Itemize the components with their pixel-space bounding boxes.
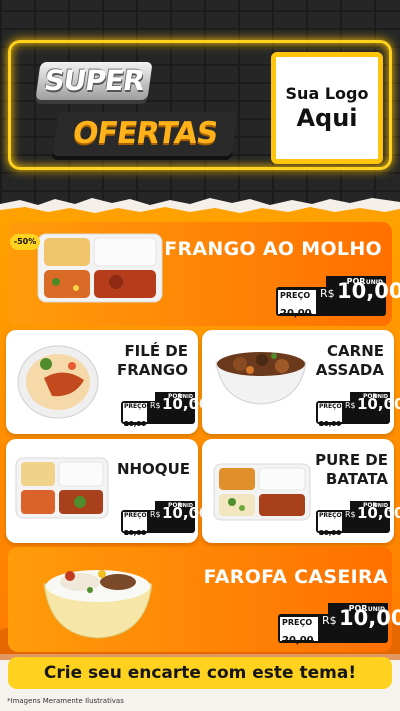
price-tag: POR PREÇO 20,00 R$ 10,00 UNID	[316, 501, 400, 537]
discount-badge: -50%	[10, 234, 40, 250]
unit-label: UNID	[178, 503, 193, 509]
price-tag: POR PREÇO 20,00 R$ 10,00 UNID	[121, 501, 209, 537]
brand-super-text: SUPER	[42, 64, 146, 97]
product-name-line2: FRANGO	[116, 361, 188, 379]
brand-ofertas-text: OFERTAS	[70, 116, 220, 151]
currency-label: R$	[320, 287, 335, 300]
old-price: PREÇO 20,00	[280, 617, 318, 646]
old-price: PREÇO 20,00	[278, 290, 316, 319]
product-name: FRANGO AO MOLHO	[164, 238, 382, 260]
price-tag: POR PREÇO 20,00 R$ 10,00 UNID	[276, 276, 400, 319]
preco-label: PREÇO	[124, 512, 147, 519]
product-name-line1: FILÉ DE	[124, 342, 188, 360]
product-name: FILÉ DE FRANGO	[117, 342, 188, 380]
logo-placeholder: Sua Logo Aqui	[271, 52, 383, 164]
old-price: PREÇO 20,00	[123, 403, 147, 428]
preco-label: PREÇO	[319, 403, 342, 410]
preco-label: PREÇO	[280, 291, 311, 300]
marmita-tray-image	[15, 457, 109, 519]
old-price: PREÇO 20,00	[318, 403, 342, 428]
bowl-image	[215, 352, 307, 405]
product-name: FAROFA CASEIRA	[203, 566, 388, 588]
unit-label: UNID	[178, 394, 193, 400]
brand-super-badge: SUPER	[35, 62, 153, 100]
brand-ofertas-badge: OFERTAS	[51, 112, 239, 156]
product-name-line2: ASSADA	[315, 361, 384, 379]
old-price-value: 20,00	[124, 420, 147, 428]
unit-label: UNID	[373, 394, 388, 400]
torn-paper-edge	[0, 198, 400, 220]
plate-image	[17, 345, 99, 419]
marmita-tray-image	[37, 233, 163, 303]
unit-label: UNID	[367, 606, 385, 613]
old-price-value: 20,00	[319, 529, 342, 537]
old-price-value: 20,00	[124, 529, 147, 537]
currency-label: R$	[322, 614, 337, 627]
price-tag: POR PREÇO 20,00 R$ 10,00 UNID	[316, 392, 400, 428]
old-price-value: 20,00	[319, 420, 342, 428]
marmita-tray-image	[213, 463, 311, 521]
currency-label: R$	[345, 510, 356, 519]
bowl-image	[43, 570, 153, 639]
old-price-value: 20,00	[282, 635, 314, 646]
currency-label: R$	[150, 401, 161, 410]
currency-label: R$	[345, 401, 356, 410]
preco-label: PREÇO	[124, 403, 147, 410]
old-price-value: 20,00	[280, 308, 312, 319]
preco-label: PREÇO	[282, 618, 313, 627]
product-name: PURE DE BATATA	[315, 451, 388, 489]
product-name: CARNE ASSADA	[316, 342, 384, 380]
product-name: NHOQUE	[116, 460, 190, 478]
disclaimer-text: *Imagens Meramente Ilustrativas	[7, 697, 124, 705]
unit-label: UNID	[373, 503, 388, 509]
preco-label: PREÇO	[319, 512, 342, 519]
old-price: PREÇO 20,00	[318, 512, 342, 537]
cta-banner[interactable]: Crie seu encarte com este tema!	[8, 657, 392, 689]
logo-line1: Sua Logo	[285, 84, 369, 103]
product-name-line1: CARNE	[327, 342, 384, 360]
unit-label: UNID	[365, 279, 383, 286]
price-tag: POR PREÇO 20,00 R$ 10,00 UNID	[278, 603, 400, 646]
logo-line2: Aqui	[296, 104, 358, 132]
product-name-line1: PURE DE	[315, 451, 388, 469]
old-price: PREÇO 20,00	[123, 512, 147, 537]
currency-label: R$	[150, 510, 161, 519]
price-tag: POR PREÇO 20,00 R$ 10,00 UNID	[121, 392, 209, 428]
product-name-line2: BATATA	[325, 470, 388, 488]
